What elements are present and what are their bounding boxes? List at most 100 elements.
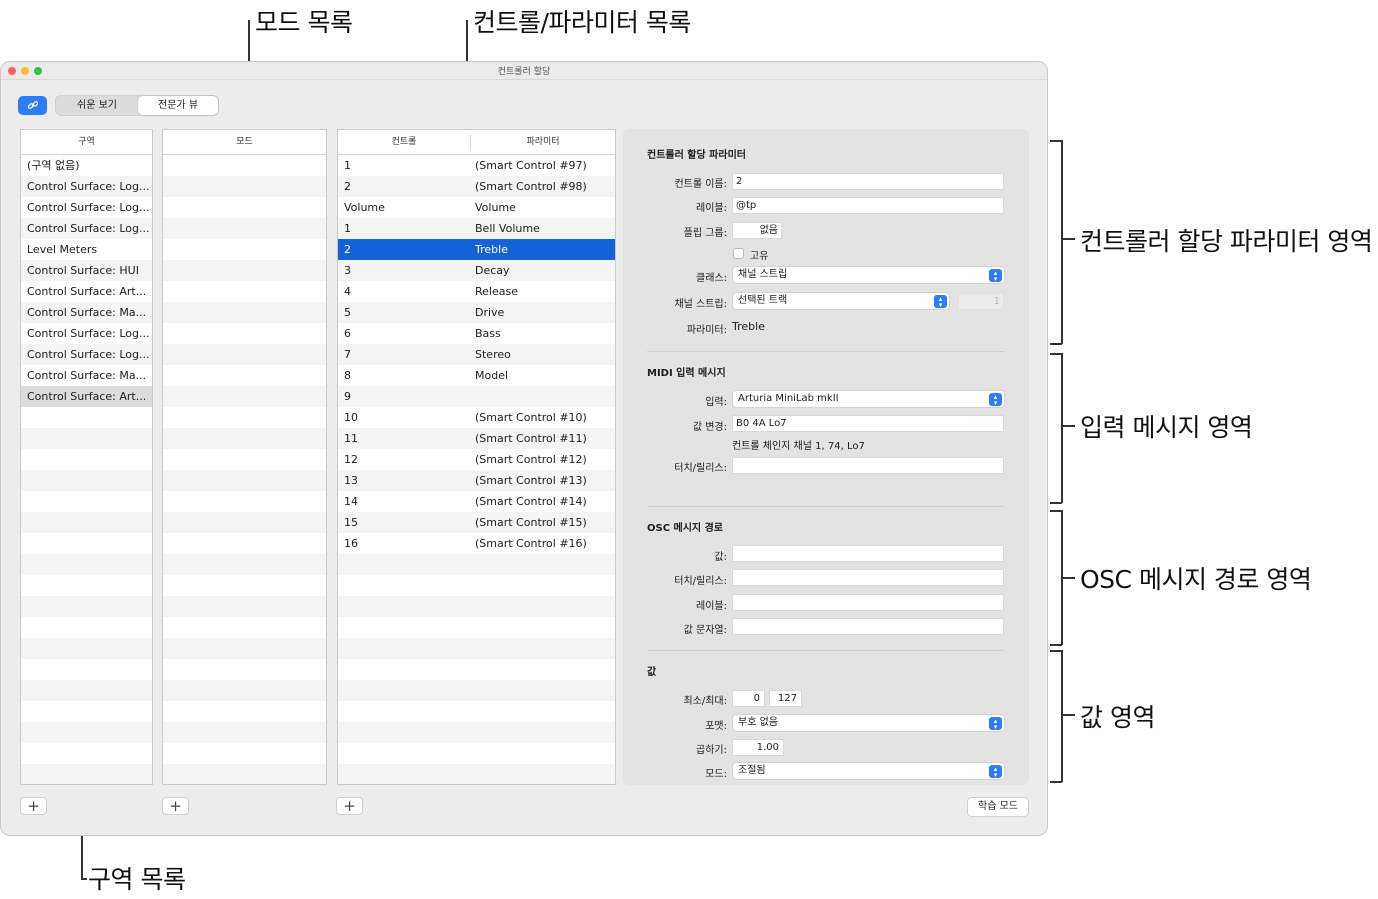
param-cell: Drive [475,306,505,319]
param-cell: Volume [475,201,516,214]
channel-strip-popup[interactable]: 선택된 트랙 ▴ ▾ [732,292,950,310]
link-button[interactable] [18,96,47,115]
zone-list-item[interactable]: (구역 없음) [21,155,152,176]
param-cell: (Smart Control #11) [475,432,587,445]
max-field[interactable]: 127 [769,690,802,707]
zone-list-item[interactable]: Control Surface: Log... [21,176,152,197]
input-popup[interactable]: Arturia MiniLab mkII ▴ ▾ [732,390,1005,408]
control-cell: 15 [344,516,358,529]
param-cell: Treble [475,243,508,256]
control-list-row[interactable]: 2 Treble [338,239,615,260]
min-field[interactable]: 0 [732,690,765,707]
zone-list-item[interactable]: Control Surface: Ma... [21,365,152,386]
input-message-area-callout: 입력 메시지 영역 [1080,413,1253,442]
chevron-updown-icon: ▴ ▾ [989,717,1002,731]
control-list-row[interactable]: 9 [338,386,615,407]
control-list-row[interactable]: 15 (Smart Control #15) [338,512,615,533]
param-cell: Release [475,285,518,298]
section-divider [647,650,1005,651]
control-list-row[interactable]: 5 Drive [338,302,615,323]
mode-list-header[interactable]: 모드 [163,130,326,155]
osc-label-field[interactable] [732,594,1004,611]
zone-list-item[interactable]: Control Surface: Log... [21,197,152,218]
control-list-row[interactable]: 1 Bell Volume [338,218,615,239]
simple-view-tab[interactable]: 쉬운 보기 [57,96,137,115]
channel-strip-label: 채널 스트립: [674,299,727,310]
control-cell: Volume [344,201,385,214]
zone-list: 구역 (구역 없음) Control Surface: Log... Control… [20,129,153,785]
chevron-updown-icon: ▴ ▾ [989,765,1002,779]
channel-strip-number-field[interactable]: 1 [958,293,1004,310]
control-param-list: 컨트롤 파라미터 1 (Smart Control #97) 2 (Smart Con… [337,129,616,785]
param-column-header[interactable]: 파라미터 [471,130,615,155]
exclusive-checkbox[interactable] [733,248,744,259]
osc-path-area-callout: OSC 메시지 경로 영역 [1080,565,1312,594]
control-list-row[interactable]: 12 (Smart Control #12) [338,449,615,470]
control-cell: 1 [344,222,351,235]
chevron-updown-icon: ▴ ▾ [934,295,947,309]
learn-mode-button[interactable]: 학습 모드 [967,797,1029,817]
zone-list-header[interactable]: 구역 [21,130,152,155]
mode-popup[interactable]: 조절됨 ▴ ▾ [732,762,1005,780]
control-list-row[interactable]: 10 (Smart Control #10) [338,407,615,428]
flip-group-field[interactable]: 없음 [732,222,782,239]
expert-view-tab[interactable]: 전문가 뷰 [138,96,218,115]
chevron-updown-icon: ▴ ▾ [989,393,1002,407]
control-list-row[interactable]: 16 (Smart Control #16) [338,533,615,554]
zone-list-item[interactable]: Level Meters [21,239,152,260]
control-cell: 7 [344,348,351,361]
control-name-field[interactable]: 2 [732,173,1004,190]
control-list-row[interactable]: 8 Model [338,365,615,386]
value-change-field[interactable]: B0 4A Lo7 [732,415,1004,432]
control-list-row[interactable]: Volume Volume [338,197,615,218]
osc-bracket-bottom [1050,644,1062,646]
control-list-row[interactable]: 14 (Smart Control #14) [338,491,615,512]
control-list-row[interactable]: 11 (Smart Control #11) [338,428,615,449]
control-cell: 16 [344,537,358,550]
label-label: 레이블: [696,203,727,214]
add-zone-button[interactable]: + [20,797,47,815]
osc-value-field[interactable] [732,545,1004,562]
zone-list-item[interactable]: Control Surface: HUI [21,260,152,281]
osc-value-string-field[interactable] [732,618,1004,635]
zone-list-item[interactable]: Control Surface: Ma... [21,302,152,323]
assign-bracket-mid [1061,238,1075,240]
control-list-row[interactable]: 1 (Smart Control #97) [338,155,615,176]
osc-touch-release-field[interactable] [732,569,1004,586]
zone-list-item[interactable]: Control Surface: Art... [21,281,152,302]
control-param-list-header: 컨트롤 파라미터 [338,130,615,155]
add-control-button[interactable]: + [336,797,363,815]
chevron-updown-icon: ▴ ▾ [989,269,1002,283]
param-cell: (Smart Control #97) [475,159,587,172]
class-popup[interactable]: 채널 스트립 ▴ ▾ [732,266,1005,284]
param-cell: (Smart Control #12) [475,453,587,466]
zone-list-item[interactable]: Control Surface: Log... [21,218,152,239]
control-list-row[interactable]: 4 Release [338,281,615,302]
label-field[interactable]: @tp [732,197,1004,214]
control-list-row[interactable]: 3 Decay [338,260,615,281]
input-bracket-bottom [1050,502,1062,504]
multiply-field[interactable]: 1.00 [732,739,784,756]
control-list-row[interactable]: 7 Stereo [338,344,615,365]
zone-list-callout: 구역 목록 [88,865,186,894]
touch-release-field[interactable] [732,457,1004,474]
control-list-row[interactable]: 13 (Smart Control #13) [338,470,615,491]
control-column-header[interactable]: 컨트롤 [338,130,470,155]
param-cell: (Smart Control #15) [475,516,587,529]
zone-list-item[interactable]: Control Surface: Log... [21,323,152,344]
zone-list-body: (구역 없음) Control Surface: Log... Control Su… [21,155,152,407]
control-list-row[interactable]: 2 (Smart Control #98) [338,176,615,197]
class-label: 클래스: [696,273,727,284]
control-list-row[interactable]: 6 Bass [338,323,615,344]
osc-bracket-top [1050,510,1062,512]
zone-list-item[interactable]: Control Surface: Log... [21,344,152,365]
add-mode-button[interactable]: + [162,797,189,815]
param-cell: Bell Volume [475,222,540,235]
format-popup[interactable]: 부호 없음 ▴ ▾ [732,714,1005,732]
osc-label-label: 레이블: [696,601,727,612]
value-section-title: 값 [647,667,657,678]
parameter-label: 파라미터: [686,325,727,336]
title-bar: 컨트롤러 할당 [1,62,1047,80]
zone-list-item[interactable]: Control Surface: Art... [21,386,152,407]
control-cell: 2 [344,180,351,193]
